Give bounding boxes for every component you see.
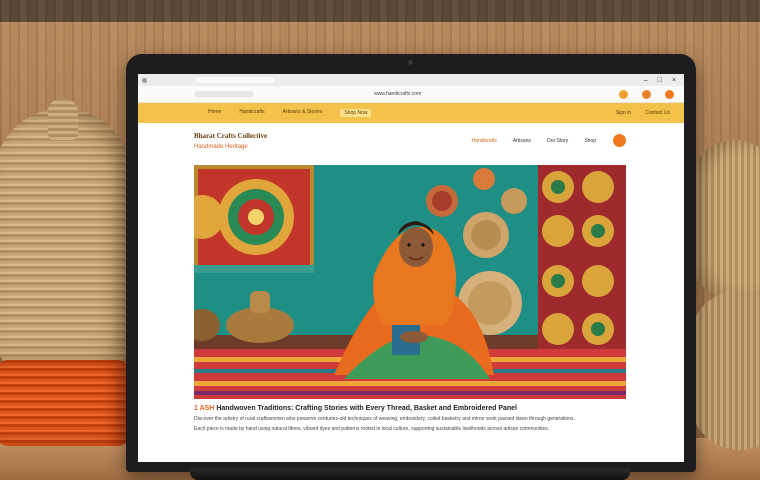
article: 1 ASH Handwoven Traditions: Crafting Sto… bbox=[194, 404, 626, 433]
webcam bbox=[408, 60, 413, 65]
window-controls: – □ × bbox=[644, 77, 676, 84]
laptop-screen: – □ × www.handicrafts.com Home Handicraf… bbox=[138, 74, 684, 462]
basket-lid-knob bbox=[48, 98, 78, 140]
hero-image bbox=[194, 165, 626, 399]
profile-icon[interactable] bbox=[665, 89, 674, 99]
maximize-icon[interactable]: □ bbox=[658, 77, 662, 84]
minimize-icon[interactable]: – bbox=[644, 77, 648, 84]
headline-accent: 1 ASH bbox=[194, 405, 215, 412]
orange-rope-coil bbox=[0, 360, 130, 446]
toolbar-icons bbox=[619, 89, 674, 99]
sign-in-link[interactable]: Sign In bbox=[616, 110, 632, 116]
woven-basket-left bbox=[0, 108, 132, 368]
main-nav-shop[interactable]: Shop bbox=[584, 138, 596, 144]
main-nav-artisans[interactable]: Artisans bbox=[513, 138, 531, 144]
woven-basket-right bbox=[690, 140, 760, 300]
laptop-base bbox=[190, 468, 630, 480]
search-input[interactable] bbox=[194, 91, 254, 97]
laptop: – □ × www.handicrafts.com Home Handicraf… bbox=[126, 54, 696, 472]
cart-icon[interactable] bbox=[613, 134, 626, 147]
main-nav-story[interactable]: Our Story bbox=[547, 138, 568, 144]
nav-link-handicrafts[interactable]: Handicrafts bbox=[239, 109, 264, 117]
article-headline[interactable]: 1 ASH Handwoven Traditions: Crafting Sto… bbox=[194, 404, 626, 413]
url-text[interactable]: www.handicrafts.com bbox=[374, 91, 421, 97]
article-paragraph-1: Discover the artistry of rural craftswom… bbox=[194, 416, 575, 422]
site-header: Bharat Crafts Collective Handmade Herita… bbox=[194, 132, 626, 162]
site-tagline: Handmade Heritage bbox=[194, 144, 248, 150]
woven-basket-right-lower bbox=[690, 290, 760, 450]
close-icon[interactable]: × bbox=[672, 77, 676, 84]
shop-now-button[interactable]: Shop Now bbox=[340, 109, 372, 117]
main-nav-handicrafts[interactable]: Handicrafts bbox=[472, 138, 497, 144]
nav-link-home[interactable]: Home bbox=[208, 109, 221, 117]
site-top-navbar: Home Handicrafts Artisans & Stories Shop… bbox=[138, 103, 684, 123]
bookmark-icon[interactable] bbox=[642, 89, 651, 99]
window-menu-icon[interactable] bbox=[142, 77, 147, 83]
article-paragraph-2: Each piece is made by hand using natural… bbox=[194, 426, 550, 432]
site-main-nav: Handicrafts Artisans Our Story Shop bbox=[472, 138, 596, 144]
headline-text: Handwoven Traditions: Crafting Stories w… bbox=[216, 405, 517, 412]
address-bar: www.handicrafts.com bbox=[138, 86, 684, 103]
nav-link-stories[interactable]: Artisans & Stories bbox=[283, 109, 323, 117]
browser-tab[interactable] bbox=[195, 77, 275, 83]
artisan-photo bbox=[194, 165, 626, 399]
extension-icon[interactable] bbox=[619, 89, 628, 99]
contact-link[interactable]: Contact Us bbox=[645, 110, 670, 116]
